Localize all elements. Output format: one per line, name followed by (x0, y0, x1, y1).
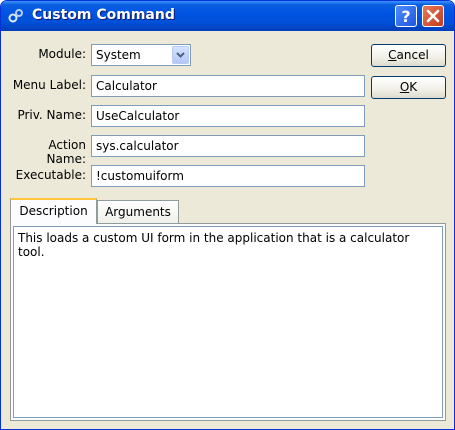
executable-field[interactable]: !customuiform (91, 165, 365, 187)
description-tab-panel: This loads a custom UI form in the appli… (10, 223, 446, 421)
module-select-value: System (96, 48, 141, 62)
menu-label-field[interactable]: Calculator (91, 75, 365, 97)
module-select[interactable]: System (91, 44, 191, 66)
cancel-mnemonic: C (388, 48, 397, 62)
description-textarea[interactable]: This loads a custom UI form in the appli… (13, 226, 443, 418)
module-label: Module: (38, 47, 86, 61)
tab-description[interactable]: Description (10, 198, 97, 224)
cancel-button-label: ancel (396, 48, 429, 62)
help-icon: ? (401, 7, 410, 26)
priv-name-label: Priv. Name: (17, 108, 86, 122)
title-bar[interactable]: Custom Command ? (1, 1, 454, 31)
window-title: Custom Command (32, 7, 175, 23)
svg-text:?: ? (401, 7, 410, 26)
ok-button[interactable]: OK (371, 76, 446, 99)
gears-icon (8, 8, 24, 24)
executable-label: Executable: (15, 168, 86, 182)
action-name-field[interactable]: sys.calculator (91, 135, 365, 157)
ok-mnemonic: O (399, 80, 410, 94)
action-name-label: Action Name: (46, 138, 86, 166)
custom-command-window: Custom Command ? Module: System Menu Lab… (0, 0, 455, 430)
menu-label-label: Menu Label: (12, 78, 86, 92)
close-button[interactable] (422, 5, 444, 27)
close-icon (426, 9, 440, 23)
help-button[interactable]: ? (395, 5, 417, 27)
ok-button-label: K (409, 80, 418, 94)
tab-arguments[interactable]: Arguments (97, 200, 179, 223)
priv-name-field[interactable]: UseCalculator (91, 105, 365, 127)
cancel-button[interactable]: Cancel (371, 44, 446, 67)
chevron-down-icon[interactable] (172, 46, 189, 64)
